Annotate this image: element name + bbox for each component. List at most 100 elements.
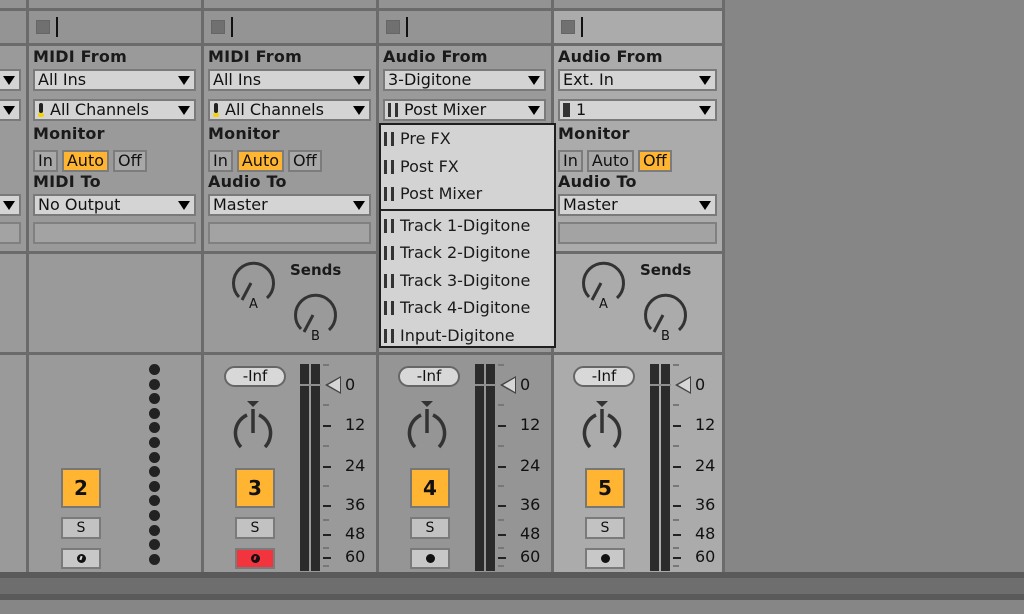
pan-knob[interactable] bbox=[403, 401, 455, 461]
menu-item-track-3[interactable]: Track 3-Digitone bbox=[381, 267, 554, 295]
monitor-auto-button[interactable]: Auto bbox=[61, 150, 110, 172]
stereo-channel-icon bbox=[384, 301, 394, 315]
input-channel-dropdown[interactable]: Post Mixer bbox=[383, 99, 546, 121]
meter-scale-label: 12 bbox=[520, 415, 541, 434]
output-type-dropdown[interactable]: Master bbox=[208, 194, 371, 216]
track-title-bar[interactable] bbox=[0, 8, 28, 43]
stereo-channel-icon bbox=[384, 246, 394, 260]
solo-button[interactable]: S bbox=[585, 517, 625, 539]
arm-button[interactable] bbox=[585, 548, 625, 569]
meter-minor-tick bbox=[323, 485, 329, 487]
menu-item-track-4[interactable]: Track 4-Digitone bbox=[381, 294, 554, 322]
track-title-bar[interactable] bbox=[378, 8, 553, 43]
output-type-label: Audio To bbox=[558, 172, 637, 191]
volume-readout[interactable]: -Inf bbox=[398, 366, 460, 387]
menu-item-post-fx[interactable]: Post FX bbox=[381, 153, 554, 181]
chevron-down-icon bbox=[528, 106, 540, 115]
solo-button[interactable]: S bbox=[410, 517, 450, 539]
clip-stop-square-icon[interactable] bbox=[211, 20, 225, 34]
meter-scale-label: 48 bbox=[345, 524, 366, 543]
monitor-in-button[interactable]: In bbox=[208, 150, 233, 172]
send-b-knob[interactable]: B bbox=[291, 292, 341, 342]
monitor-off-button[interactable]: Off bbox=[638, 150, 672, 172]
track-activator-button[interactable]: 4 bbox=[410, 468, 450, 508]
clip-stop-square-icon[interactable] bbox=[561, 20, 575, 34]
track-activator-button[interactable]: 5 bbox=[585, 468, 625, 508]
menu-item-pre-fx[interactable]: Pre FX bbox=[381, 125, 554, 153]
input-channel-dropdown[interactable]: 1 bbox=[558, 99, 717, 121]
meter-scale-label: 24 bbox=[695, 456, 716, 475]
stereo-channel-icon bbox=[384, 159, 394, 174]
arm-button[interactable] bbox=[410, 548, 450, 569]
arm-button[interactable] bbox=[61, 548, 101, 569]
track-title-bar[interactable] bbox=[203, 8, 378, 43]
stereo-channel-icon bbox=[384, 218, 394, 233]
volume-readout[interactable]: -Inf bbox=[573, 366, 635, 387]
input-type-dropdown[interactable]: Ext. In bbox=[558, 69, 717, 91]
sends-section: A Sends B bbox=[553, 251, 724, 352]
volume-fader-handle-icon[interactable] bbox=[500, 376, 516, 394]
record-dot-icon bbox=[426, 554, 435, 563]
monitor-auto-button[interactable]: Auto bbox=[236, 150, 285, 172]
input-type-dropdown[interactable]: 3-Digitone bbox=[383, 69, 546, 91]
svg-text:A: A bbox=[599, 297, 608, 310]
send-b-knob[interactable]: B bbox=[641, 292, 691, 342]
menu-item-track-1[interactable]: Track 1-Digitone bbox=[381, 212, 554, 240]
chevron-down-icon bbox=[3, 76, 15, 85]
monitor-in-button[interactable]: In bbox=[558, 150, 583, 172]
output-channel-dropdown[interactable] bbox=[208, 222, 371, 244]
track-title-bar[interactable] bbox=[553, 8, 724, 43]
volume-fader-handle-icon[interactable] bbox=[325, 376, 341, 394]
io-section: MIDI From All Ins All Channels Monitor I… bbox=[203, 43, 378, 251]
stereo-channel-icon bbox=[384, 328, 394, 343]
monitor-off-button[interactable]: Off bbox=[113, 150, 147, 172]
mixer-section: -Inf 5 S 0 12 24 36 48 60 bbox=[553, 352, 724, 572]
track-title-bar[interactable] bbox=[28, 8, 203, 43]
menu-item-input[interactable]: Input-Digitone bbox=[381, 322, 554, 350]
send-a-knob[interactable]: A bbox=[229, 260, 279, 310]
chevron-down-icon bbox=[353, 106, 365, 115]
horizontal-scrollbar[interactable] bbox=[0, 578, 1024, 594]
midi-channel-icon bbox=[38, 103, 44, 117]
menu-item-post-mixer[interactable]: Post Mixer bbox=[381, 180, 554, 208]
chevron-down-icon bbox=[528, 76, 540, 85]
output-type-dropdown[interactable] bbox=[0, 194, 21, 216]
solo-button[interactable]: S bbox=[61, 517, 101, 539]
output-type-dropdown[interactable]: Master bbox=[558, 194, 717, 216]
output-channel-dropdown[interactable] bbox=[0, 222, 21, 244]
input-type-dropdown[interactable]: All Ins bbox=[208, 69, 371, 91]
meter-scale-label: 24 bbox=[345, 456, 366, 475]
input-channel-dropdown[interactable]: All Channels bbox=[33, 99, 196, 121]
monitor-off-button[interactable]: Off bbox=[288, 150, 322, 172]
meter-scale-label: 12 bbox=[345, 415, 366, 434]
arm-button[interactable] bbox=[235, 548, 275, 569]
clip-stop-square-icon[interactable] bbox=[36, 20, 50, 34]
output-type-label: Audio To bbox=[208, 172, 287, 191]
monitor-in-button[interactable]: In bbox=[33, 150, 58, 172]
monitor-auto-button[interactable]: Auto bbox=[586, 150, 635, 172]
meter-minor-tick bbox=[673, 519, 679, 521]
send-a-knob[interactable]: A bbox=[579, 260, 629, 310]
track-activator-button[interactable]: 2 bbox=[61, 468, 101, 508]
midi-activity-meter bbox=[149, 364, 161, 568]
output-channel-dropdown[interactable] bbox=[33, 222, 196, 244]
track-name-cursor bbox=[581, 17, 583, 37]
meter-minor-tick bbox=[323, 519, 329, 521]
output-channel-dropdown[interactable] bbox=[558, 222, 717, 244]
solo-button[interactable]: S bbox=[235, 517, 275, 539]
menu-item-track-2[interactable]: Track 2-Digitone bbox=[381, 239, 554, 267]
chevron-down-icon bbox=[699, 76, 711, 85]
volume-fader-handle-icon[interactable] bbox=[675, 376, 691, 394]
input-channel-dropdown[interactable]: All Channels bbox=[208, 99, 371, 121]
meter-major-tick bbox=[673, 505, 681, 507]
input-type-dropdown[interactable] bbox=[0, 69, 21, 91]
input-channel-dropdown[interactable] bbox=[0, 99, 21, 121]
meter-scale-label: 12 bbox=[695, 415, 716, 434]
output-type-dropdown[interactable]: No Output bbox=[33, 194, 196, 216]
volume-readout[interactable]: -Inf bbox=[224, 366, 286, 387]
clip-stop-square-icon[interactable] bbox=[386, 20, 400, 34]
input-type-dropdown[interactable]: All Ins bbox=[33, 69, 196, 91]
pan-knob[interactable] bbox=[578, 401, 630, 461]
pan-knob[interactable] bbox=[229, 401, 281, 461]
track-activator-button[interactable]: 3 bbox=[235, 468, 275, 508]
